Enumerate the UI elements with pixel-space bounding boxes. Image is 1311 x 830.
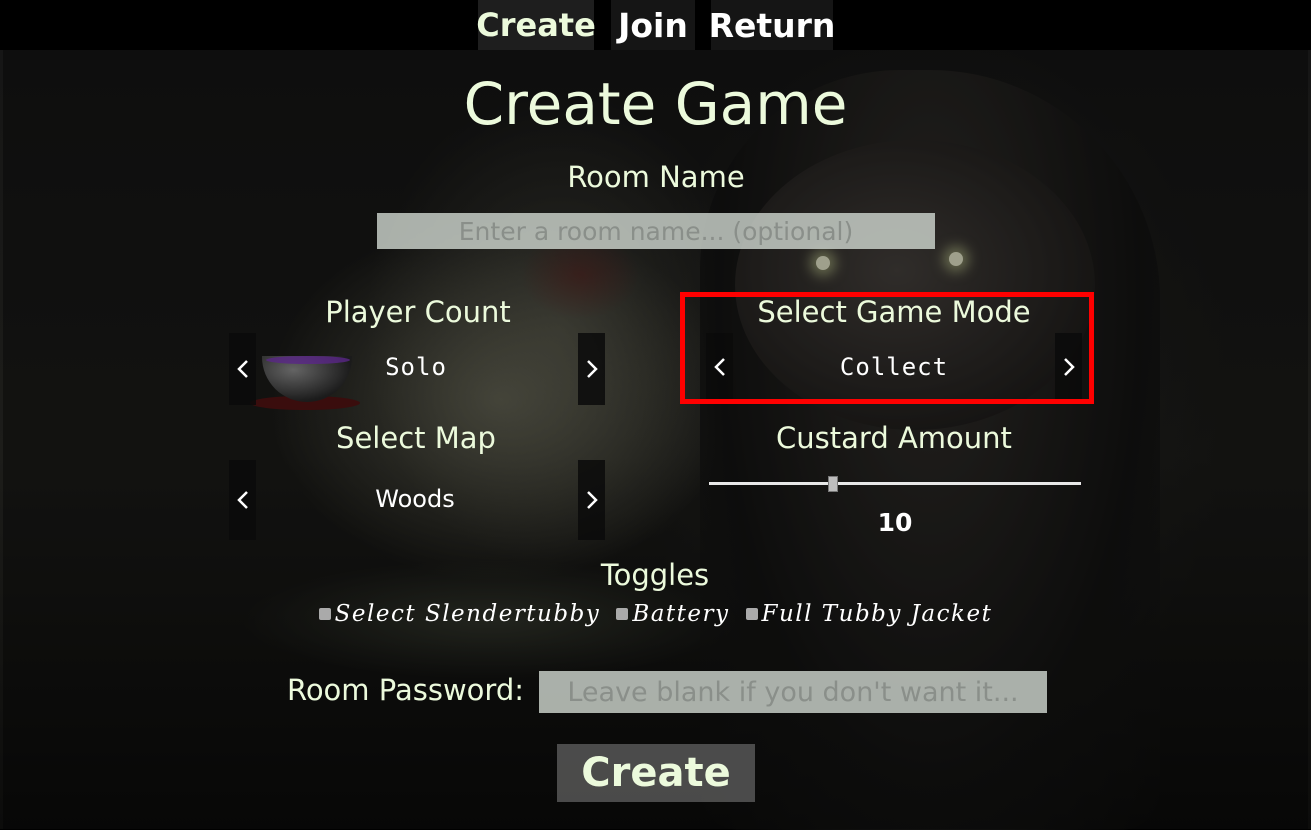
create-button[interactable]: Create [557, 744, 755, 802]
tab-create[interactable]: Create [476, 0, 596, 50]
custard-amount-slider[interactable] [709, 482, 1081, 485]
map-value: Woods [375, 485, 455, 513]
chevron-left-icon [236, 491, 248, 509]
custard-amount-label: Custard Amount [776, 421, 1012, 455]
checkbox[interactable] [318, 608, 331, 620]
map-prev-button[interactable] [229, 460, 256, 540]
custard-amount-value: 10 [877, 508, 913, 537]
game-mode-highlight-box [680, 292, 1094, 404]
checkbox[interactable] [616, 608, 629, 620]
map-label: Select Map [336, 421, 496, 455]
player-count-label: Player Count [325, 295, 511, 329]
toggle-battery[interactable]: Battery [616, 601, 729, 627]
chevron-left-icon [236, 360, 248, 378]
toggle-label: Battery [632, 601, 730, 627]
toggles-label: Toggles [600, 558, 710, 592]
toggle-label: Full Tubby Jacket [761, 601, 993, 627]
tab-return[interactable]: Return [709, 0, 835, 50]
room-password-input[interactable] [539, 671, 1047, 713]
player-count-next-button[interactable] [578, 333, 605, 405]
toggle-select-slendertubby[interactable]: Select Slendertubby [318, 601, 601, 627]
page-title: Create Game [463, 70, 848, 138]
tab-join[interactable]: Join [611, 0, 695, 50]
chevron-right-icon [586, 491, 598, 509]
toggles-row: Select Slendertubby Battery Full Tubby J… [0, 601, 1311, 627]
room-password-label: Room Password: [286, 673, 524, 707]
player-count-value: Solo [385, 353, 447, 381]
map-next-button[interactable] [578, 460, 605, 540]
toggle-label: Select Slendertubby [334, 601, 601, 627]
room-name-label: Room Name [567, 160, 745, 194]
toggle-full-tubby-jacket[interactable]: Full Tubby Jacket [745, 601, 993, 627]
room-name-input[interactable] [377, 213, 935, 249]
player-count-prev-button[interactable] [229, 333, 256, 405]
checkbox[interactable] [745, 608, 758, 620]
chevron-right-icon [586, 360, 598, 378]
custard-amount-slider-thumb[interactable] [827, 476, 838, 492]
top-tab-bar: Create Join Return [0, 0, 1311, 50]
